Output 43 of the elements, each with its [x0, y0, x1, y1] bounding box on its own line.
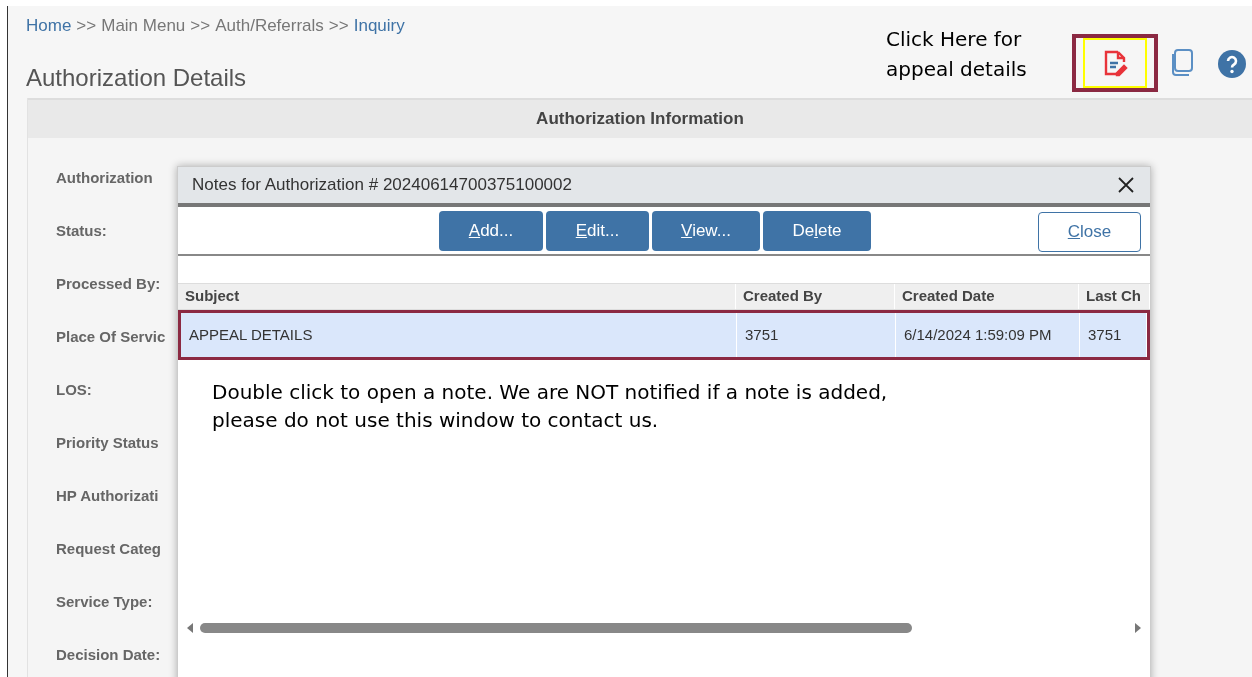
dialog-title: Notes for Authorization # 20240614700375100002 — [192, 174, 572, 197]
column-header[interactable]: Last Ch — [1079, 284, 1150, 309]
toolbar-button[interactable]: View... — [652, 211, 760, 251]
help-icon[interactable] — [1218, 50, 1246, 78]
breadcrumb-link[interactable]: Home — [26, 18, 72, 34]
field-label: Authorization — [56, 168, 154, 187]
scroll-left-icon[interactable] — [186, 622, 194, 634]
section-header: Authorization Information — [28, 98, 1252, 138]
breadcrumb-item: Auth/Referrals — [215, 18, 324, 34]
breadcrumb-separator: >> — [76, 18, 97, 34]
table-cell: APPEAL DETAILS — [181, 313, 737, 357]
field-label: Priority Status — [56, 433, 160, 452]
table-row[interactable]: APPEAL DETAILS 3751 6/14/2024 1:59:09 PM 3751 — [178, 310, 1150, 360]
close-icon[interactable] — [1118, 177, 1134, 193]
document-edit-icon — [1102, 49, 1128, 77]
field-label: Processed By: — [56, 274, 162, 293]
field-label: Request Categ — [56, 539, 163, 558]
field-label: Decision Date: — [56, 645, 162, 664]
table-cell: 6/14/2024 1:59:09 PM — [896, 313, 1080, 357]
callout-text: Click Here for appeal details — [886, 26, 1028, 83]
breadcrumb-separator: >> — [328, 18, 349, 34]
field-label: LOS: — [56, 380, 93, 399]
scroll-right-icon[interactable] — [1134, 622, 1142, 634]
table-cell: 3751 — [737, 313, 896, 357]
breadcrumb-separator: >> — [190, 18, 211, 34]
notes-button[interactable] — [1072, 34, 1158, 92]
page-title: Authorization Details — [26, 64, 248, 92]
toolbar-button[interactable]: Edit... — [546, 211, 649, 251]
annotation-text: Double click to open a note. We are NOT notified if a note is added, please do not use this window to contact us. — [212, 379, 889, 434]
scrollbar-thumb[interactable] — [200, 623, 912, 633]
field-label: HP Authorizati — [56, 486, 160, 505]
field-label: Place Of Servic — [56, 327, 167, 346]
column-header[interactable]: Created By — [736, 284, 895, 309]
breadcrumb-item: Main Menu — [101, 18, 186, 34]
column-header[interactable]: Subject — [178, 284, 736, 309]
toolbar-button[interactable]: Delete — [763, 211, 871, 251]
field-label: Service Type: — [56, 592, 154, 611]
toolbar-button[interactable]: Add... — [439, 211, 543, 251]
column-header[interactable]: Created Date — [895, 284, 1079, 309]
close-button[interactable]: Close — [1038, 212, 1141, 252]
field-label: Status: — [56, 221, 108, 240]
breadcrumb-link[interactable]: Inquiry — [353, 18, 405, 34]
table-cell: 3751 — [1080, 313, 1147, 357]
